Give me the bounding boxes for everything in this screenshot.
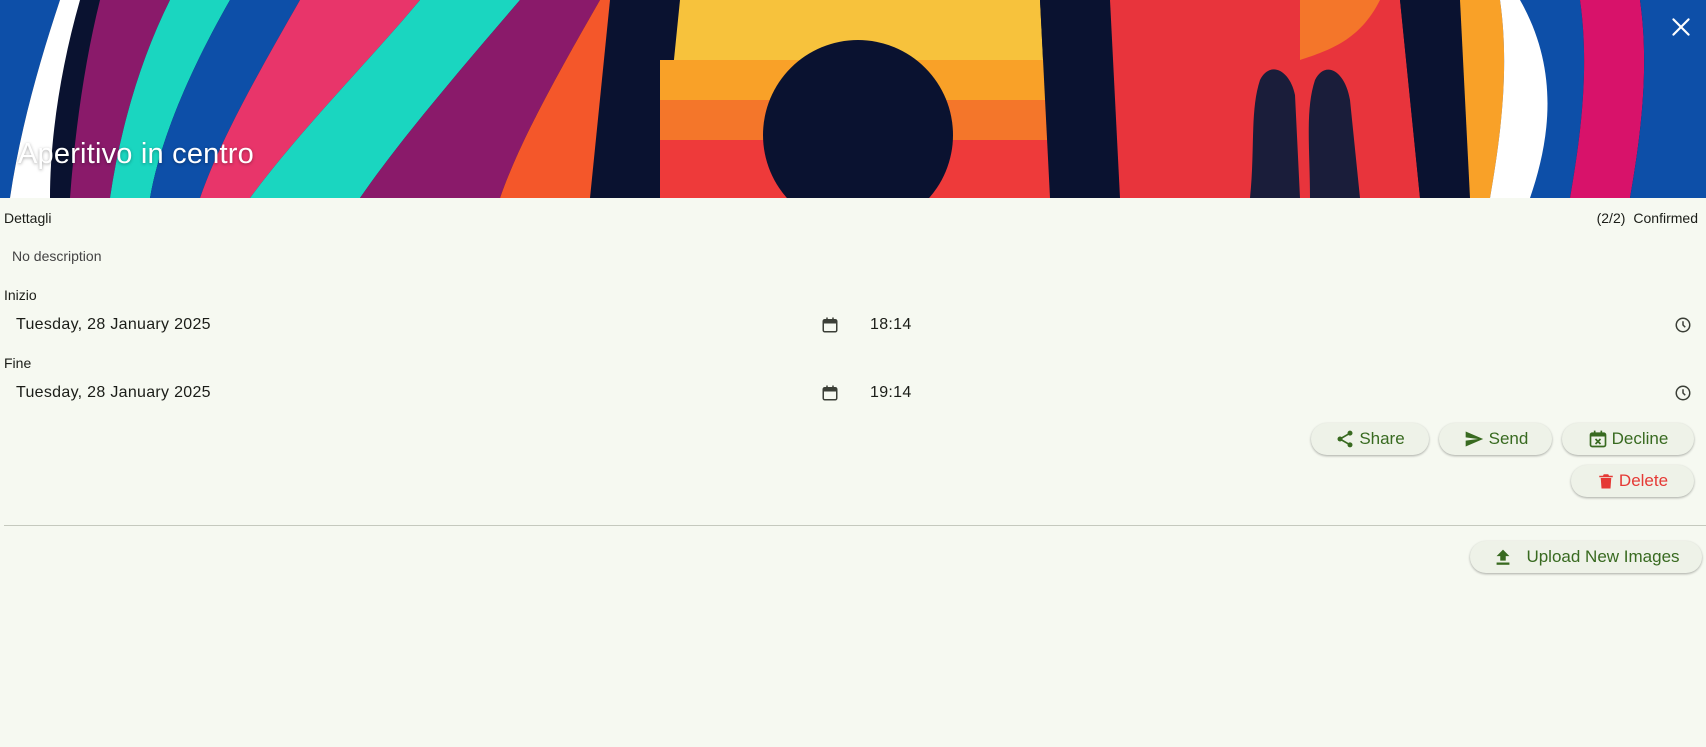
upload-images-button-label: Upload New Images (1526, 547, 1680, 566)
share-icon (1337, 430, 1353, 448)
clock-icon (1675, 317, 1691, 333)
end-label: Fine (4, 355, 32, 371)
details-section-label: Dettagli (4, 210, 52, 226)
event-description: No description (12, 248, 102, 264)
event-cover-image: Aperitivo in centro (0, 0, 1706, 198)
send-icon (1465, 431, 1483, 447)
send-button-label: Send (1488, 429, 1529, 448)
event-detail-page: Aperitivo in centro Dettagli (2/2) Confi… (0, 0, 1706, 747)
end-date-picker-button[interactable] (819, 382, 841, 404)
share-button-label: Share (1359, 429, 1405, 448)
start-time-picker-button[interactable] (1672, 314, 1694, 336)
clock-icon (1675, 385, 1691, 401)
attendance-count: (2/2) (1596, 210, 1626, 226)
end-time-picker-button[interactable] (1672, 382, 1694, 404)
share-button[interactable]: Share (1311, 423, 1429, 455)
delete-button-label: Delete (1618, 471, 1669, 490)
close-icon (1672, 18, 1690, 36)
send-button[interactable]: Send (1439, 423, 1552, 455)
start-date-picker-button[interactable] (819, 314, 841, 336)
delete-button[interactable]: Delete (1571, 465, 1694, 497)
section-divider (4, 525, 1706, 526)
attendance-status: (2/2) Confirmed (1597, 210, 1698, 226)
calendar-x-icon (1589, 430, 1606, 448)
upload-images-button[interactable]: Upload New Images (1470, 541, 1702, 573)
cover-artwork (0, 0, 1706, 198)
trash-icon (1599, 474, 1613, 489)
attendance-status-label: Confirmed (1633, 210, 1698, 226)
calendar-icon (822, 385, 838, 401)
close-button[interactable] (1664, 10, 1698, 44)
decline-button-label: Decline (1611, 429, 1669, 448)
end-time-field[interactable]: 19:14 (870, 384, 912, 402)
start-date-field[interactable]: Tuesday, 28 January 2025 (16, 316, 211, 334)
calendar-icon (822, 317, 838, 333)
upload-icon (1497, 549, 1510, 565)
event-title: Aperitivo in centro (18, 138, 254, 170)
start-time-field[interactable]: 18:14 (870, 316, 912, 334)
end-date-field[interactable]: Tuesday, 28 January 2025 (16, 384, 211, 402)
decline-button[interactable]: Decline (1562, 423, 1694, 455)
start-label: Inizio (4, 287, 37, 303)
